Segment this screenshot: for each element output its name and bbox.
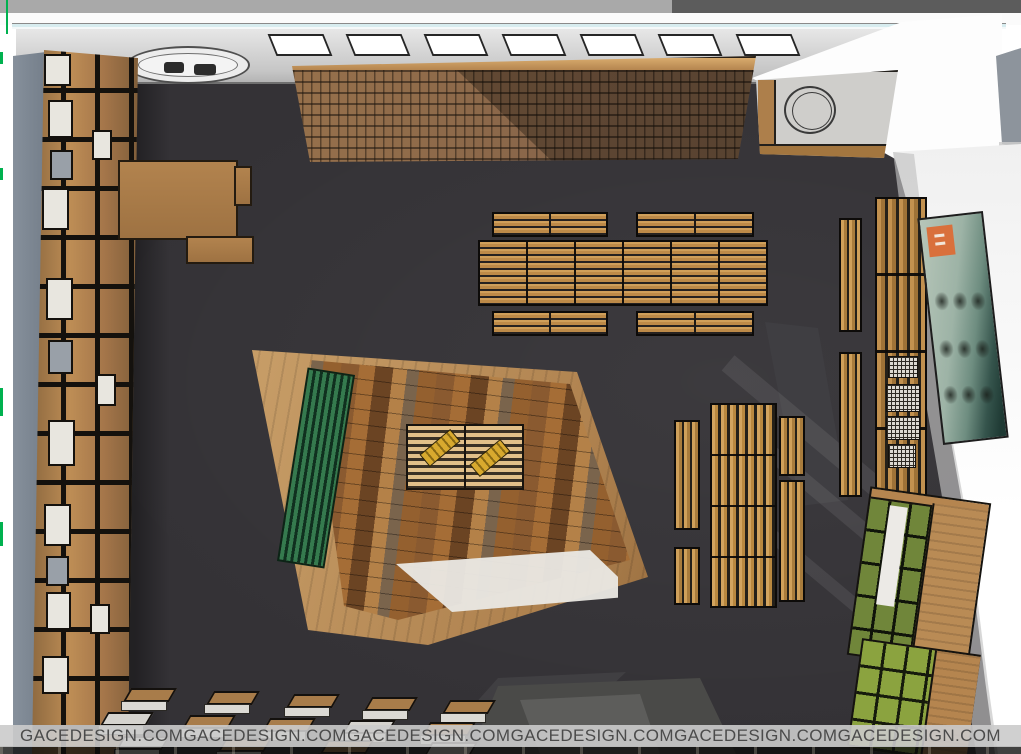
shelf-cell-gray xyxy=(48,340,73,374)
mesh-panel xyxy=(888,444,916,468)
green-axis-dash xyxy=(0,52,3,64)
mesh-panel xyxy=(886,384,920,412)
green-axis-dash xyxy=(0,388,3,416)
slat-bench xyxy=(636,212,754,237)
reception-desk xyxy=(118,160,238,240)
shelf-cell-white xyxy=(96,374,116,406)
clerestory-window xyxy=(580,34,645,56)
watermark-text: GACEDESIGN.COM xyxy=(838,726,1001,746)
top-wall-glass-edge xyxy=(12,23,1006,29)
ceiling-light-inner-ring xyxy=(138,53,238,77)
clerestory-window xyxy=(424,34,489,56)
reception-desk-wing xyxy=(234,166,252,206)
shelf-cell-white xyxy=(46,592,71,630)
poster-glyph xyxy=(934,291,950,310)
round-basin-inner xyxy=(792,92,832,130)
poster-glyph xyxy=(956,339,972,358)
corner-cabinet xyxy=(754,70,900,162)
shelf-cell-white xyxy=(48,100,73,138)
display-table xyxy=(127,688,177,712)
poster-glyph xyxy=(952,291,968,310)
mesh-panel xyxy=(886,416,920,440)
poster-glyph xyxy=(975,339,991,358)
clerestory-window xyxy=(658,34,723,56)
watermark-text: GACEDESIGN.COM xyxy=(20,726,183,746)
slat-reading-table xyxy=(710,403,777,608)
interior-render-canvas: GACEDESIGN.COM GACEDESIGN.COM GACEDESIGN… xyxy=(0,0,1021,754)
top-strip-light xyxy=(0,0,672,13)
poster-glyph xyxy=(979,385,995,404)
shelf-cell-gray xyxy=(46,556,69,586)
poster-glyph xyxy=(943,385,959,404)
shelf-cell-white xyxy=(90,604,110,634)
reception-desk-return xyxy=(186,236,254,264)
mesh-panel xyxy=(888,356,918,378)
shelf-cell-white xyxy=(44,504,71,546)
clerestory-window xyxy=(268,34,333,56)
bottom-scene-strip xyxy=(0,746,1021,754)
poster-orange-label xyxy=(926,225,955,258)
shelf-cell-white xyxy=(46,278,73,320)
cube-shelf-column xyxy=(32,44,142,754)
watermark-text: GACEDESIGN.COM xyxy=(347,726,510,746)
watermark-text: GACEDESIGN.COM xyxy=(511,726,674,746)
display-table xyxy=(446,700,496,724)
slat-bench xyxy=(492,311,608,336)
slat-bench xyxy=(779,416,805,476)
poster-glyph xyxy=(938,339,954,358)
watermark-text: GACEDESIGN.COM xyxy=(674,726,837,746)
ceiling-light-fixture xyxy=(126,46,250,84)
clerestory-window xyxy=(736,34,801,56)
top-strip-dark xyxy=(672,0,1021,13)
poster-glyph xyxy=(961,385,977,404)
display-table xyxy=(210,691,260,715)
side-bench xyxy=(839,218,862,332)
display-table xyxy=(290,694,340,718)
slat-bench xyxy=(492,212,608,237)
shelf-cell-white xyxy=(92,130,112,160)
watermark-bar: GACEDESIGN.COM GACEDESIGN.COM GACEDESIGN… xyxy=(0,725,1021,747)
clerestory-window xyxy=(346,34,411,56)
shelf-cell-gray xyxy=(50,150,73,180)
fixture-vent xyxy=(194,64,216,75)
watermark-text: GACEDESIGN.COM xyxy=(184,726,347,746)
wood-platform xyxy=(248,338,658,653)
poster-glyph xyxy=(970,291,986,310)
shelf-cell-white xyxy=(48,420,75,466)
slat-reading-table xyxy=(478,240,768,306)
green-axis-line xyxy=(6,0,8,34)
side-bench xyxy=(839,352,862,497)
shelf-cell-white xyxy=(44,54,71,86)
slat-bench xyxy=(674,420,700,530)
fixture-vent xyxy=(164,62,184,73)
clerestory-window xyxy=(502,34,567,56)
green-axis-dash xyxy=(0,522,3,546)
shelf-cell-white xyxy=(42,656,69,694)
slat-bench xyxy=(636,311,754,336)
display-table xyxy=(368,697,418,721)
shelf-cell-white xyxy=(42,188,69,230)
wood-lattice-panel xyxy=(284,54,764,162)
green-axis-dash xyxy=(0,168,3,180)
slat-bench xyxy=(674,547,700,605)
slat-bench xyxy=(779,480,805,602)
